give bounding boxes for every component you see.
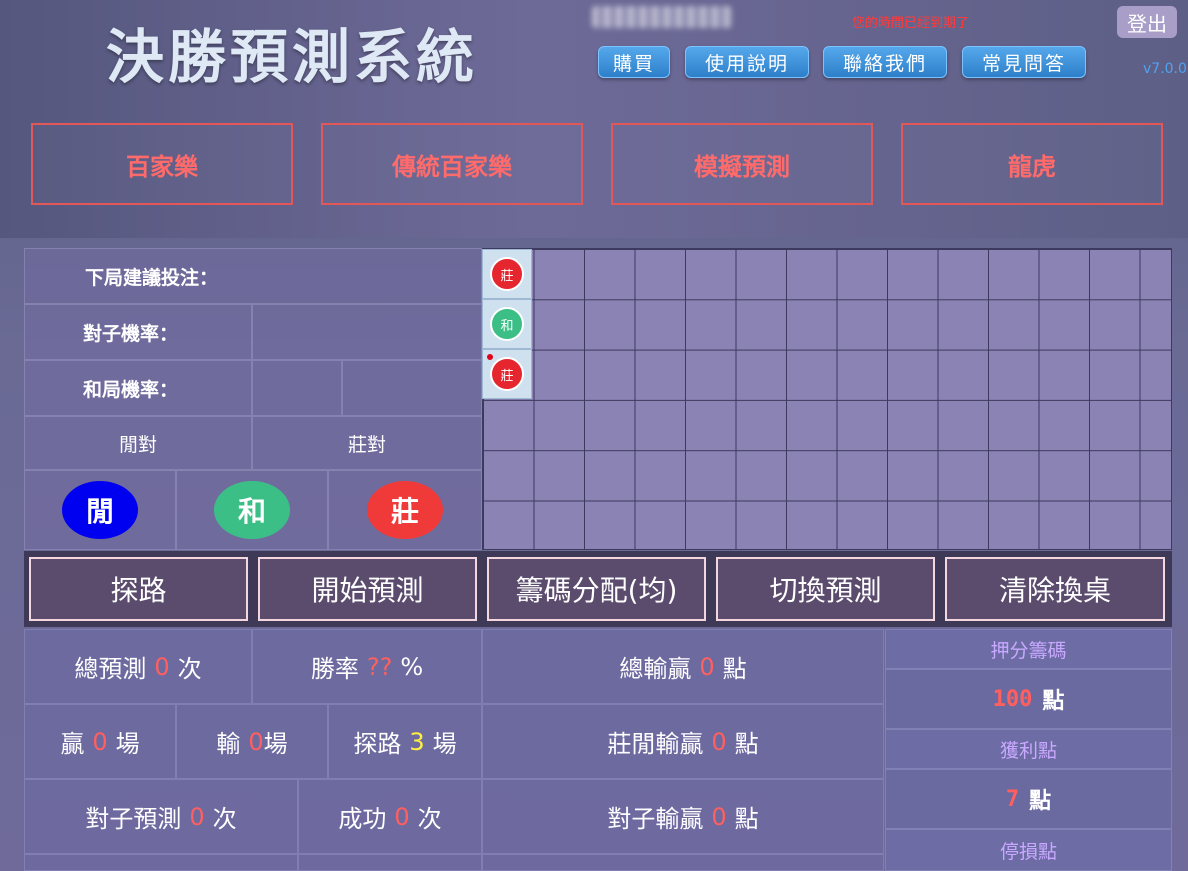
switch-prediction-button[interactable]: 切換預測 xyxy=(716,557,935,621)
pair-win-loss-value: 0 xyxy=(711,802,727,831)
player-button[interactable]: 閒 xyxy=(62,481,138,539)
clear-table-button[interactable]: 清除換桌 xyxy=(945,557,1165,621)
pair-dot-marker xyxy=(487,354,493,360)
total-win-loss-label: 總輸贏 xyxy=(619,655,692,683)
player-pair-cell[interactable]: 閒對 xyxy=(24,416,252,470)
pair-win-loss: 對子輸贏 0 點 xyxy=(482,779,884,854)
profit-label: 獲利點 xyxy=(885,729,1172,769)
faq-button[interactable]: 常見問答 xyxy=(962,46,1086,78)
bet-chip-value: 100 xyxy=(992,686,1033,712)
banker-player-win-loss-value: 0 xyxy=(711,727,727,756)
road-cell: 莊 xyxy=(482,249,532,299)
pair-predictions-label: 對子預測 xyxy=(85,805,182,833)
tie-button[interactable]: 和 xyxy=(214,481,290,539)
banker-player-win-loss-label: 莊閒輸贏 xyxy=(607,730,704,758)
win-rate-unit: % xyxy=(400,652,424,681)
expire-message: 您的時間已經到期了 xyxy=(852,16,970,31)
total-win-loss-value: 0 xyxy=(699,652,715,681)
pair-success-value: 0 xyxy=(394,802,410,831)
probe-count-value: 3 xyxy=(409,727,425,756)
stats-row-partial xyxy=(24,854,298,871)
win-rate-label: 勝率 xyxy=(310,655,359,683)
total-win-loss: 總輸贏 0 點 xyxy=(482,629,884,704)
probe-button[interactable]: 探路 xyxy=(29,557,248,621)
probe-count: 探路 3 場 xyxy=(328,704,482,779)
start-prediction-button[interactable]: 開始預測 xyxy=(258,557,477,621)
banker-player-win-loss: 莊閒輸贏 0 點 xyxy=(482,704,884,779)
stop-loss-label: 停損點 xyxy=(885,829,1172,871)
total-win-loss-unit: 點 xyxy=(722,655,747,683)
pair-rate-label: 對子機率： xyxy=(83,322,179,345)
pair-rate-value xyxy=(252,304,482,360)
tie-rate-row: 和局機率： xyxy=(24,360,252,416)
total-predictions-label: 總預測 xyxy=(74,655,147,683)
pair-win-loss-label: 對子輸贏 xyxy=(607,805,704,833)
chip-allocation-button[interactable]: 籌碼分配(均) xyxy=(487,557,706,621)
instructions-button[interactable]: 使用說明 xyxy=(685,46,809,78)
profit-input[interactable]: 7 點 xyxy=(885,769,1172,829)
pair-success-label: 成功 xyxy=(338,805,387,833)
tie-rate-value xyxy=(252,360,342,416)
wins-label: 贏 xyxy=(60,730,85,758)
road-tie-marker: 和 xyxy=(490,307,524,341)
next-bet-label: 下局建議投注： xyxy=(85,266,219,289)
banker-pair-cell[interactable]: 莊對 xyxy=(252,416,482,470)
profit-value: 7 xyxy=(1005,786,1020,812)
wins: 贏 0 場 xyxy=(24,704,176,779)
version-label: v7.0.0 xyxy=(1143,61,1187,77)
contact-us-button[interactable]: 聯絡我們 xyxy=(823,46,947,78)
banker-btn-cell: 莊 xyxy=(328,470,482,550)
stats-row-partial xyxy=(298,854,482,871)
probe-count-label: 探路 xyxy=(353,730,402,758)
stats-row-partial xyxy=(482,854,884,871)
bet-chip-input[interactable]: 100 點 xyxy=(885,669,1172,729)
losses: 輸 0 場 xyxy=(176,704,328,779)
mode-traditional-baccarat-button[interactable]: 傳統百家樂 xyxy=(321,123,583,205)
pair-predictions: 對子預測 0 次 xyxy=(24,779,298,854)
mode-dragon-tiger-button[interactable]: 龍虎 xyxy=(901,123,1163,205)
banker-pair-label: 莊對 xyxy=(347,433,386,456)
pair-win-loss-unit: 點 xyxy=(734,805,759,833)
tie-rate-extra xyxy=(342,360,482,416)
pair-predictions-value: 0 xyxy=(189,802,205,831)
total-predictions-unit: 次 xyxy=(177,655,202,683)
mode-simulation-button[interactable]: 模擬預測 xyxy=(611,123,873,205)
pair-predictions-unit: 次 xyxy=(212,805,237,833)
profit-unit: 點 xyxy=(1029,789,1052,814)
wins-value: 0 xyxy=(92,727,108,756)
losses-value: 0 xyxy=(248,727,264,756)
pair-success-unit: 次 xyxy=(417,805,442,833)
banker-button[interactable]: 莊 xyxy=(367,481,443,539)
road-banker-marker: 莊 xyxy=(490,357,524,391)
tie-rate-label: 和局機率： xyxy=(83,378,179,401)
total-predictions: 總預測 0 次 xyxy=(24,629,252,704)
next-bet-row: 下局建議投注： xyxy=(24,248,482,304)
bet-chip-label: 押分籌碼 xyxy=(885,629,1172,669)
win-rate: 勝率 ?? % xyxy=(252,629,482,704)
logout-button[interactable]: 登出 xyxy=(1117,6,1177,38)
blurred-username xyxy=(592,6,732,28)
player-btn-cell: 閒 xyxy=(24,470,176,550)
tie-btn-cell: 和 xyxy=(176,470,328,550)
road-banker-marker: 莊 xyxy=(490,257,524,291)
road-grid xyxy=(482,248,1172,550)
wins-unit: 場 xyxy=(115,730,140,758)
win-rate-value: ?? xyxy=(366,652,393,681)
total-predictions-value: 0 xyxy=(154,652,170,681)
banker-player-win-loss-unit: 點 xyxy=(734,730,759,758)
mode-baccarat-button[interactable]: 百家樂 xyxy=(31,123,293,205)
losses-label: 輸 xyxy=(216,730,241,758)
app-title: 決勝預測系統 xyxy=(106,23,479,91)
player-pair-label: 閒對 xyxy=(118,433,157,456)
pair-success: 成功 0 次 xyxy=(298,779,482,854)
pair-rate-row: 對子機率： xyxy=(24,304,252,360)
losses-unit: 場 xyxy=(263,730,288,758)
probe-count-unit: 場 xyxy=(432,730,457,758)
road-cell: 和 xyxy=(482,299,532,349)
buy-button[interactable]: 購買 xyxy=(598,46,670,78)
bet-chip-unit: 點 xyxy=(1042,689,1065,714)
